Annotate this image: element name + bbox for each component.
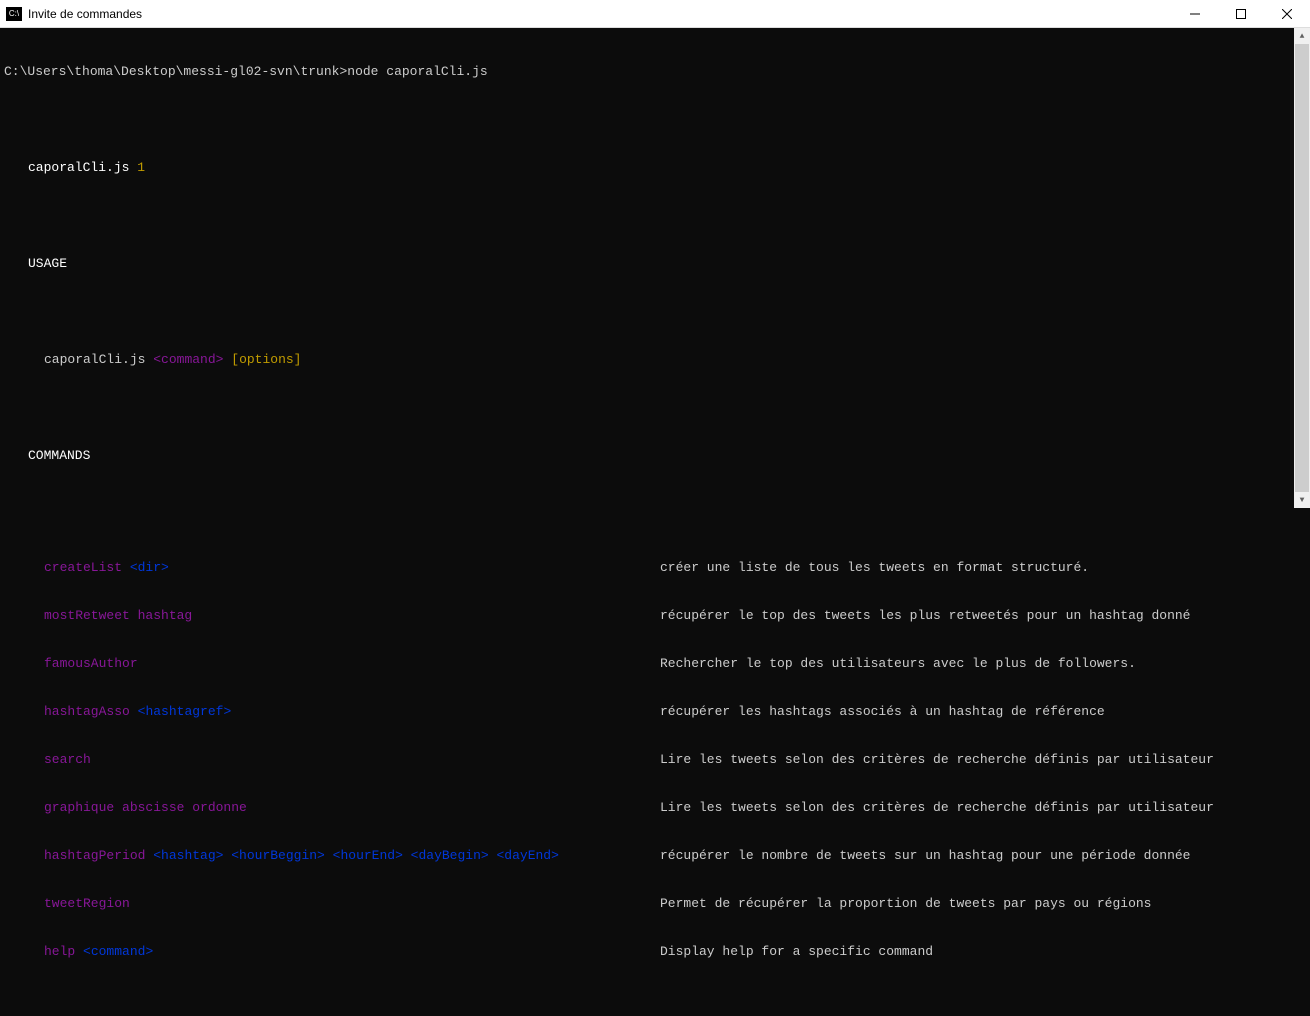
- cmd-icon: C:\: [6, 7, 22, 21]
- command-row: hashtagPeriod <hashtag> <hourBeggin> <ho…: [4, 848, 1306, 864]
- command-name: search: [44, 752, 91, 767]
- titlebar-left: C:\ Invite de commandes: [6, 7, 142, 21]
- command-desc: Lire les tweets selon des critères de re…: [660, 752, 1214, 768]
- blank-line: [4, 112, 1306, 128]
- prompt-line-1: C:\Users\thoma\Desktop\messi-gl02-svn\tr…: [4, 64, 1306, 80]
- usage-program: caporalCli.js: [44, 352, 145, 367]
- program-header: caporalCli.js 1: [4, 160, 1306, 176]
- command-row: hashtagAsso <hashtagref> récupérer les ha…: [4, 704, 1306, 720]
- command-desc: récupérer les hashtags associés à un has…: [660, 704, 1105, 720]
- command-desc: Lire les tweets selon des critères de re…: [660, 800, 1214, 816]
- commands-label: COMMANDS: [4, 448, 1306, 464]
- terminal-output[interactable]: C:\Users\thoma\Desktop\messi-gl02-svn\tr…: [0, 28, 1310, 1016]
- scrollbar-thumb[interactable]: [1295, 44, 1309, 492]
- command-row: search Lire les tweets selon des critères…: [4, 752, 1306, 768]
- minimize-button[interactable]: [1172, 0, 1218, 28]
- command-desc: récupérer le top des tweets les plus ret…: [660, 608, 1191, 624]
- maximize-button[interactable]: [1218, 0, 1264, 28]
- command-name: tweetRegion: [44, 896, 130, 911]
- blank-line: [4, 208, 1306, 224]
- command-desc: Rechercher le top des utilisateurs avec …: [660, 656, 1136, 672]
- usage-label: USAGE: [4, 256, 1306, 272]
- blank-line: [4, 496, 1306, 512]
- close-button[interactable]: [1264, 0, 1310, 28]
- blank-line: [4, 1008, 1306, 1016]
- vertical-scrollbar[interactable]: ▲ ▼: [1294, 28, 1310, 508]
- command-args: <hashtag> <hourBeggin> <hourEnd> <dayBeg…: [153, 848, 559, 863]
- blank-line: [4, 400, 1306, 416]
- command-row: famousAuthor Rechercher le top des utilis…: [4, 656, 1306, 672]
- window-titlebar: C:\ Invite de commandes: [0, 0, 1310, 28]
- scrollbar-up-arrow[interactable]: ▲: [1294, 28, 1310, 44]
- command-args: <dir>: [130, 560, 169, 575]
- command-args: <hashtagref>: [138, 704, 232, 719]
- command-desc: récupérer le nombre de tweets sur un has…: [660, 848, 1191, 864]
- command-desc: Permet de récupérer la proportion de twe…: [660, 896, 1151, 912]
- command-row: help <command> Display help for a specifi…: [4, 944, 1306, 960]
- window-title: Invite de commandes: [28, 7, 142, 21]
- command-name: famousAuthor: [44, 656, 138, 671]
- command-name: createList: [44, 560, 122, 575]
- command-row: graphique abscisse ordonne Lire les tweet…: [4, 800, 1306, 816]
- command-row: mostRetweet hashtag récupérer le top des …: [4, 608, 1306, 624]
- command-name: hashtagPeriod: [44, 848, 145, 863]
- command-name: help: [44, 944, 75, 959]
- command-name: graphique abscisse ordonne: [44, 800, 247, 815]
- usage-command: <command>: [153, 352, 223, 367]
- command-desc: créer une liste de tous les tweets en fo…: [660, 560, 1089, 576]
- scrollbar-down-arrow[interactable]: ▼: [1294, 492, 1310, 508]
- window-controls: [1172, 0, 1310, 28]
- program-name: caporalCli.js: [28, 160, 129, 175]
- command-desc: Display help for a specific command: [660, 944, 933, 960]
- program-version: 1: [137, 160, 145, 175]
- prompt-path: C:\Users\thoma\Desktop\messi-gl02-svn\tr…: [4, 64, 347, 79]
- command-name: hashtagAsso: [44, 704, 130, 719]
- command-args: <command>: [83, 944, 153, 959]
- usage-line: caporalCli.js <command> [options]: [4, 352, 1306, 368]
- command-row: tweetRegion Permet de récupérer la propor…: [4, 896, 1306, 912]
- prompt-command: node caporalCli.js: [347, 64, 487, 79]
- command-name: mostRetweet hashtag: [44, 608, 192, 623]
- command-row: createList <dir> créer une liste de tous …: [4, 560, 1306, 576]
- usage-options: [options]: [231, 352, 301, 367]
- blank-line: [4, 304, 1306, 320]
